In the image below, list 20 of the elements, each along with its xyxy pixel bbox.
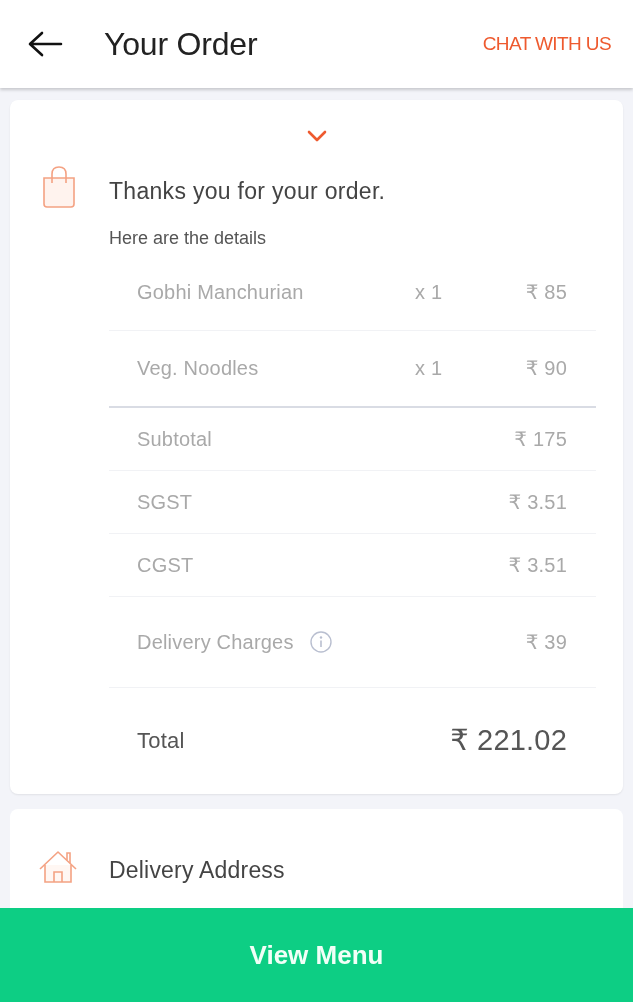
charge-label: Subtotal <box>137 426 212 452</box>
charge-amount: ₹ 175 <box>514 426 567 452</box>
charge-label: CGST <box>137 552 194 578</box>
item-name: Gobhi Manchurian <box>137 279 305 305</box>
item-quantity: x 1 <box>415 356 443 381</box>
item-name: Veg. Noodles <box>137 356 260 381</box>
charge-amount: ₹ 3.51 <box>508 552 567 578</box>
delivery-address-heading: Delivery Address <box>109 855 285 885</box>
order-thanks-heading: Thanks you for your order. <box>109 177 387 206</box>
order-details-subtitle: Here are the details <box>109 226 268 250</box>
page-title: Your Order <box>104 25 258 64</box>
item-price: ₹ 90 <box>525 356 567 381</box>
charge-label: Delivery Charges <box>137 629 294 655</box>
total-label: Total <box>137 727 185 755</box>
charge-label: SGST <box>137 489 193 515</box>
item-quantity: x 1 <box>415 279 443 305</box>
total-amount: ₹ 221.02 <box>450 722 567 758</box>
charge-amount: ₹ 3.51 <box>508 489 567 515</box>
charge-amount: ₹ 39 <box>525 629 567 655</box>
item-price: ₹ 85 <box>525 279 567 305</box>
